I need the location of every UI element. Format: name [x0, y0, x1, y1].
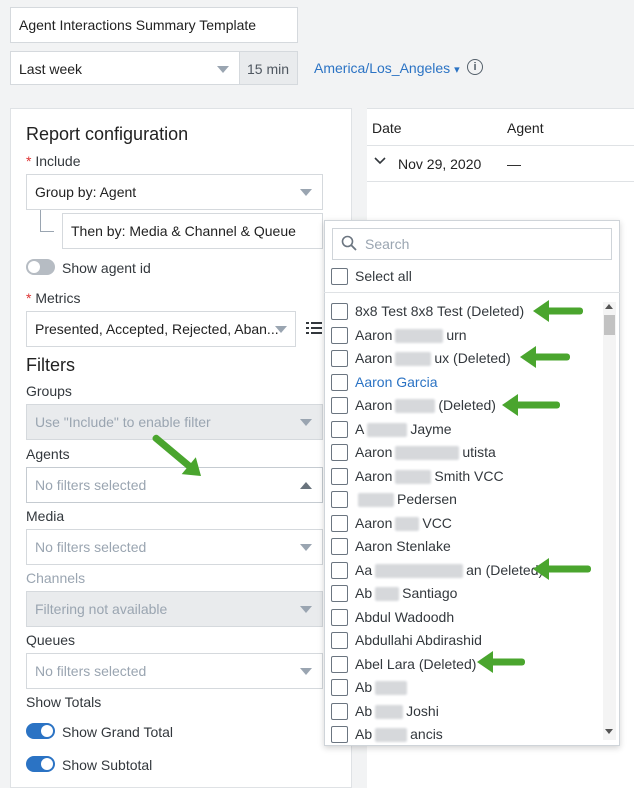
arrow-down-right-icon	[152, 434, 201, 476]
arrow-left-icon	[520, 346, 570, 368]
arrow-left-icon	[477, 651, 525, 673]
arrow-left-icon	[533, 558, 591, 580]
annotation-arrows	[152, 300, 591, 673]
arrow-left-icon	[502, 394, 560, 416]
arrow-left-icon	[533, 300, 583, 322]
